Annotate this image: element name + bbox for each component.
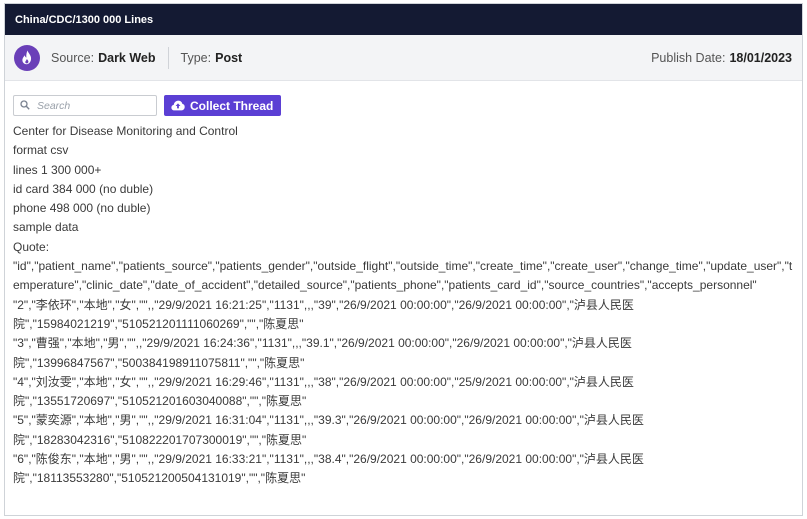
source-label: Source:	[51, 50, 95, 65]
search-icon	[20, 97, 30, 115]
post-line: lines 1 300 000+	[13, 162, 102, 177]
source-value: Dark Web	[98, 50, 156, 65]
type-value: Post	[215, 50, 243, 65]
cloud-upload-icon	[171, 100, 190, 111]
csv-row: "2","李依环","本地","女","",,"29/9/2021 16:21:…	[13, 297, 634, 312]
csv-row: 院","13551720697","510521201603040088",""…	[13, 394, 307, 409]
publish-date-label: Publish Date:	[651, 50, 726, 65]
post-line: format csv	[13, 143, 69, 158]
flame-icon	[14, 44, 40, 71]
csv-row: 院","15984021219","510521201111060269",""…	[13, 316, 304, 331]
csv-header-line: "id","patient_name","patients_source","p…	[13, 259, 793, 293]
publish-date-value: 18/01/2023	[729, 50, 792, 65]
search-field[interactable]	[13, 95, 157, 116]
csv-row: 院","13996847567","500384198911075811",""…	[13, 355, 305, 370]
thread-title-bar: China/CDC/1300 000 Lines	[5, 4, 802, 35]
collect-thread-label: Collect Thread	[190, 98, 274, 113]
thread-card: China/CDC/1300 000 Lines Source: Dark We…	[4, 3, 803, 516]
post-line: phone 498 000 (no duble)	[13, 201, 151, 216]
post-line: Quote:	[13, 239, 50, 254]
csv-row: "3","曹强","本地","男","",,"29/9/2021 16:24:3…	[13, 336, 632, 351]
post-line: Center for Disease Monitoring and Contro…	[13, 124, 238, 138]
type-label: Type:	[180, 50, 212, 65]
post-line: sample data	[13, 220, 79, 235]
thread-title: China/CDC/1300 000 Lines	[15, 13, 154, 26]
csv-row: "4","刘汝雯","本地","女","",,"29/9/2021 16:29:…	[13, 374, 634, 389]
thread-post-body: Center for Disease Monitoring and Contro…	[5, 116, 802, 489]
csv-row: 院","18113553280","510521200504131019",""…	[13, 471, 306, 486]
search-input[interactable]	[37, 99, 147, 112]
meta-divider	[167, 46, 169, 69]
collect-thread-button[interactable]: Collect Thread	[164, 95, 282, 116]
thread-meta-bar: Source: Dark Web Type: Post Publish Date…	[5, 35, 802, 81]
csv-row: "5","蒙奕源","本地","男","",,"29/9/2021 16:31:…	[13, 413, 644, 428]
thread-toolbar: Collect Thread	[5, 81, 802, 116]
post-line: id card 384 000 (no duble)	[13, 181, 154, 196]
csv-row: "6","陈俊东","本地","男","",,"29/9/2021 16:33:…	[13, 452, 644, 467]
csv-row: 院","18283042316","510822201707300019",""…	[13, 432, 307, 447]
